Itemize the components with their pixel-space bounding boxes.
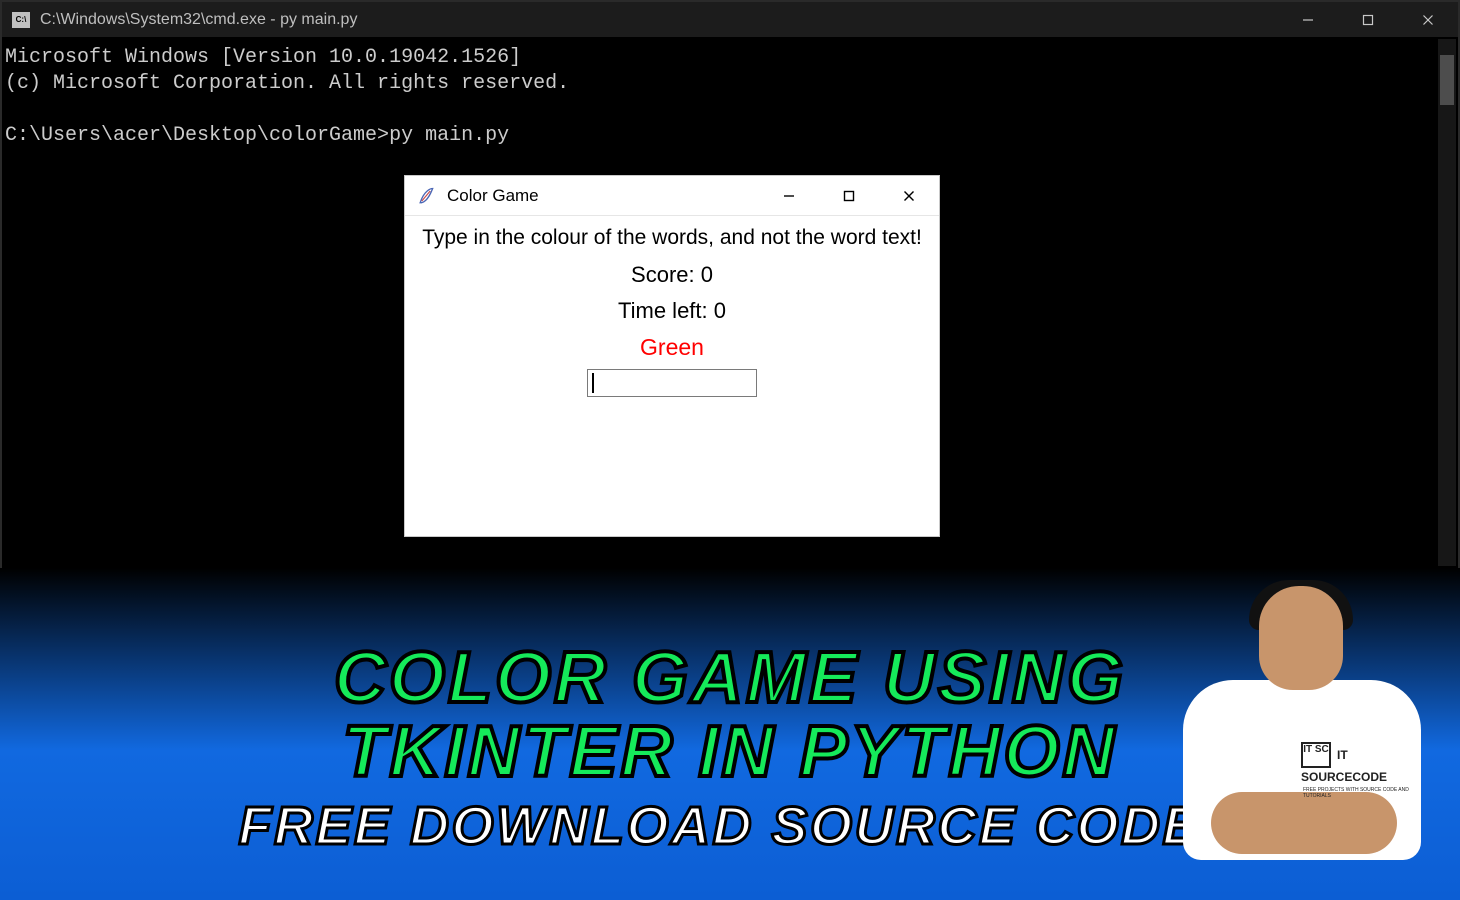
answer-input[interactable] <box>587 369 757 397</box>
cmd-title-text: C:\Windows\System32\cmd.exe - py main.py <box>40 11 357 29</box>
banner-headline-line2: TKINTER IN PYTHON <box>342 712 1117 792</box>
close-button[interactable] <box>1398 2 1458 37</box>
score-label: Score: 0 <box>405 262 939 288</box>
close-button[interactable] <box>879 176 939 215</box>
promo-banner: COLOR GAME USING TKINTER IN PYTHON FREE … <box>0 568 1460 900</box>
tk-body: Type in the colour of the words, and not… <box>405 216 939 536</box>
maximize-button[interactable] <box>819 176 879 215</box>
maximize-button[interactable] <box>1338 2 1398 37</box>
cmd-scrollbar[interactable] <box>1438 39 1456 566</box>
color-word: Green <box>405 334 939 361</box>
minimize-button[interactable] <box>759 176 819 215</box>
tk-window: Color Game Type in the colour of the wor… <box>404 175 940 537</box>
instruction-label: Type in the colour of the words, and not… <box>405 226 939 250</box>
close-icon <box>1422 14 1434 26</box>
banner-headline-line1: COLOR GAME USING <box>334 638 1126 718</box>
banner-headline: COLOR GAME USING TKINTER IN PYTHON <box>334 641 1126 789</box>
feather-icon <box>415 185 437 207</box>
minimize-button[interactable] <box>1278 2 1338 37</box>
close-icon <box>903 190 915 202</box>
cmd-line: Microsoft Windows [Version 10.0.19042.15… <box>5 46 521 69</box>
time-left-label: Time left: 0 <box>405 298 939 324</box>
tk-title-text: Color Game <box>447 186 539 206</box>
minimize-icon <box>1302 14 1314 26</box>
cmd-line: (c) Microsoft Corporation. All rights re… <box>5 72 569 95</box>
cmd-icon: C:\ <box>12 12 30 28</box>
minimize-icon <box>783 190 795 202</box>
text-cursor <box>592 373 594 393</box>
maximize-icon <box>1362 14 1374 26</box>
maximize-icon <box>843 190 855 202</box>
cmd-scrollthumb[interactable] <box>1440 55 1454 105</box>
banner-subline: FREE DOWNLOAD SOURCE CODE! <box>239 795 1222 857</box>
cmd-titlebar[interactable]: C:\ C:\Windows\System32\cmd.exe - py mai… <box>2 2 1458 37</box>
cmd-line: C:\Users\acer\Desktop\colorGame>py main.… <box>5 124 509 147</box>
cmd-window-controls <box>1278 2 1458 37</box>
tk-window-controls <box>759 176 939 215</box>
tk-titlebar[interactable]: Color Game <box>405 176 939 216</box>
